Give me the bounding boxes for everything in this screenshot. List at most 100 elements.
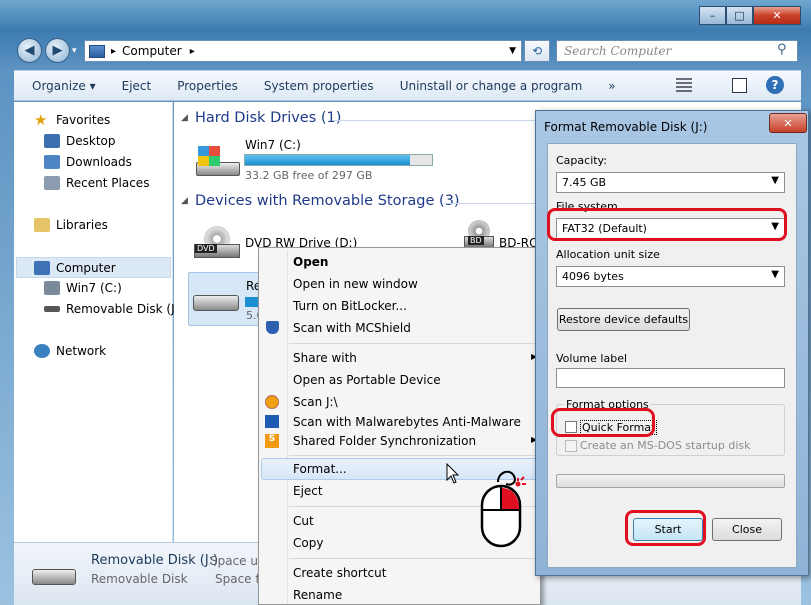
cursor-icon — [446, 463, 460, 484]
usb-drive-icon — [193, 295, 239, 311]
navigation-pane: ★ Favorites Desktop Downloads Recent Plac… — [14, 102, 183, 542]
volume-label-input[interactable] — [556, 368, 785, 388]
preview-pane-icon[interactable] — [732, 78, 747, 93]
allocation-value: 4096 bytes — [562, 270, 624, 283]
nav-network-label: Network — [56, 344, 107, 358]
close-button[interactable]: Close — [712, 518, 782, 541]
nav-desktop[interactable]: Desktop — [44, 131, 116, 151]
menu-eject[interactable]: Eject — [293, 484, 323, 498]
menu-separator — [289, 343, 537, 344]
command-bar: Organize ▾ Eject Properties System prope… — [14, 70, 801, 101]
menu-open-new-window[interactable]: Open in new window — [293, 277, 418, 291]
sync-icon: S — [265, 434, 279, 448]
nav-downloads[interactable]: Downloads — [44, 152, 132, 172]
nav-favorites[interactable]: ★ Favorites — [34, 110, 110, 130]
nav-libraries[interactable]: Libraries — [34, 215, 108, 235]
menu-open[interactable]: Open — [293, 255, 328, 269]
malwarebytes-icon — [265, 415, 279, 428]
view-options-icon[interactable] — [676, 78, 692, 92]
nav-computer[interactable]: Computer — [16, 257, 171, 278]
dialog-close-icon[interactable]: ✕ — [769, 113, 807, 133]
downloads-icon — [44, 155, 60, 169]
dvd-badge: DVD — [195, 244, 217, 253]
format-dialog: Format Removable Disk (J:) ✕ Capacity: 7… — [535, 110, 809, 576]
drive-win7-free: 33.2 GB free of 297 GB — [245, 169, 373, 182]
nav-computer-label: Computer — [56, 260, 116, 275]
menu-copy[interactable]: Copy — [293, 536, 323, 550]
mouse-click-icon — [480, 470, 526, 548]
nav-desktop-label: Desktop — [66, 134, 116, 148]
minimize-button[interactable]: – — [699, 6, 726, 25]
antivirus-icon — [265, 395, 279, 409]
address-separator-icon[interactable]: ▸ — [111, 46, 116, 57]
computer-icon — [89, 44, 105, 58]
search-icon[interactable]: ⚲ — [777, 42, 787, 57]
properties-button[interactable]: Properties — [164, 79, 251, 93]
eject-button[interactable]: Eject — [109, 79, 165, 93]
menu-cut[interactable]: Cut — [293, 514, 314, 528]
format-progress-bar — [556, 474, 785, 488]
msdos-checkbox — [565, 440, 577, 452]
collapse-icon[interactable]: ◢ — [181, 196, 188, 206]
usb-drive-icon — [44, 306, 60, 312]
recent-places-icon — [44, 176, 60, 190]
refresh-button[interactable]: ⟲ — [524, 40, 550, 62]
more-commands-button[interactable]: » — [595, 79, 628, 93]
address-computer[interactable]: Computer — [122, 44, 182, 58]
address-bar[interactable]: ▸ Computer ▸ ▼ — [84, 40, 522, 62]
network-icon — [34, 344, 50, 358]
menu-separator — [289, 558, 537, 559]
hard-drive-icon — [194, 144, 240, 178]
search-input[interactable]: Search Computer — [556, 40, 798, 62]
menu-separator — [289, 455, 537, 456]
menu-bitlocker[interactable]: Turn on BitLocker... — [293, 299, 407, 313]
desktop-icon — [44, 134, 60, 148]
recent-pages-dropdown-icon[interactable]: ▾ — [72, 46, 77, 56]
collapse-icon[interactable]: ◢ — [181, 113, 188, 123]
maximize-button[interactable]: □ — [726, 6, 753, 25]
start-button-highlight — [625, 510, 706, 546]
nav-network[interactable]: Network — [34, 341, 106, 361]
computer-icon — [34, 260, 50, 275]
menu-scan-mcshield[interactable]: Scan with MCShield — [293, 321, 411, 335]
nav-win7-label: Win7 (C:) — [66, 281, 122, 295]
group-removable-storage[interactable]: Devices with Removable Storage (3) — [195, 193, 460, 209]
close-window-button[interactable]: ✕ — [753, 6, 801, 25]
dialog-title: Format Removable Disk (J:) — [544, 120, 708, 134]
nav-downloads-label: Downloads — [66, 155, 132, 169]
menu-format[interactable]: Format... — [293, 462, 347, 476]
context-menu: Open Open in new window Turn on BitLocke… — [258, 247, 541, 605]
menu-share-with[interactable]: Share with — [293, 351, 357, 365]
libraries-icon — [34, 218, 50, 232]
nav-recent[interactable]: Recent Places — [44, 173, 149, 193]
msdos-label: Create an MS-DOS startup disk — [580, 439, 751, 452]
capacity-value: 7.45 GB — [562, 176, 607, 189]
menu-scan-drive[interactable]: Scan J:\ — [293, 395, 338, 409]
system-properties-button[interactable]: System properties — [251, 79, 387, 93]
menu-gutter — [287, 250, 288, 604]
nav-removable[interactable]: Removable Disk (J:) — [44, 299, 183, 319]
help-icon[interactable]: ? — [766, 76, 784, 94]
menu-create-shortcut[interactable]: Create shortcut — [293, 566, 386, 580]
uninstall-button[interactable]: Uninstall or change a program — [387, 79, 596, 93]
drive-icon — [44, 281, 60, 295]
menu-open-portable[interactable]: Open as Portable Device — [293, 373, 441, 387]
address-separator-icon[interactable]: ▸ — [190, 46, 195, 57]
menu-shared-sync[interactable]: Shared Folder Synchronization — [293, 434, 476, 448]
address-dropdown-icon[interactable]: ▼ — [509, 46, 516, 56]
capacity-select[interactable]: 7.45 GB ▼ — [556, 172, 785, 193]
restore-defaults-button[interactable]: Restore device defaults — [557, 308, 690, 331]
forward-button[interactable]: ▶ — [45, 38, 70, 63]
nav-removable-label: Removable Disk (J:) — [66, 302, 184, 316]
menu-malwarebytes[interactable]: Scan with Malwarebytes Anti-Malware — [293, 415, 521, 429]
dropdown-arrow-icon: ▼ — [771, 175, 779, 186]
menu-rename[interactable]: Rename — [293, 588, 342, 602]
dialog-body: Capacity: 7.45 GB ▼ File system FAT32 (De… — [547, 143, 797, 568]
back-button[interactable]: ◀ — [17, 38, 42, 63]
organize-button[interactable]: Organize ▾ — [14, 79, 109, 93]
nav-win7[interactable]: Win7 (C:) — [44, 278, 122, 298]
group-hard-disk-drives[interactable]: Hard Disk Drives (1) — [195, 110, 341, 126]
allocation-select[interactable]: 4096 bytes ▼ — [556, 266, 785, 287]
drive-win7-usage-bar — [244, 154, 433, 166]
drive-win7-name[interactable]: Win7 (C:) — [245, 138, 301, 152]
